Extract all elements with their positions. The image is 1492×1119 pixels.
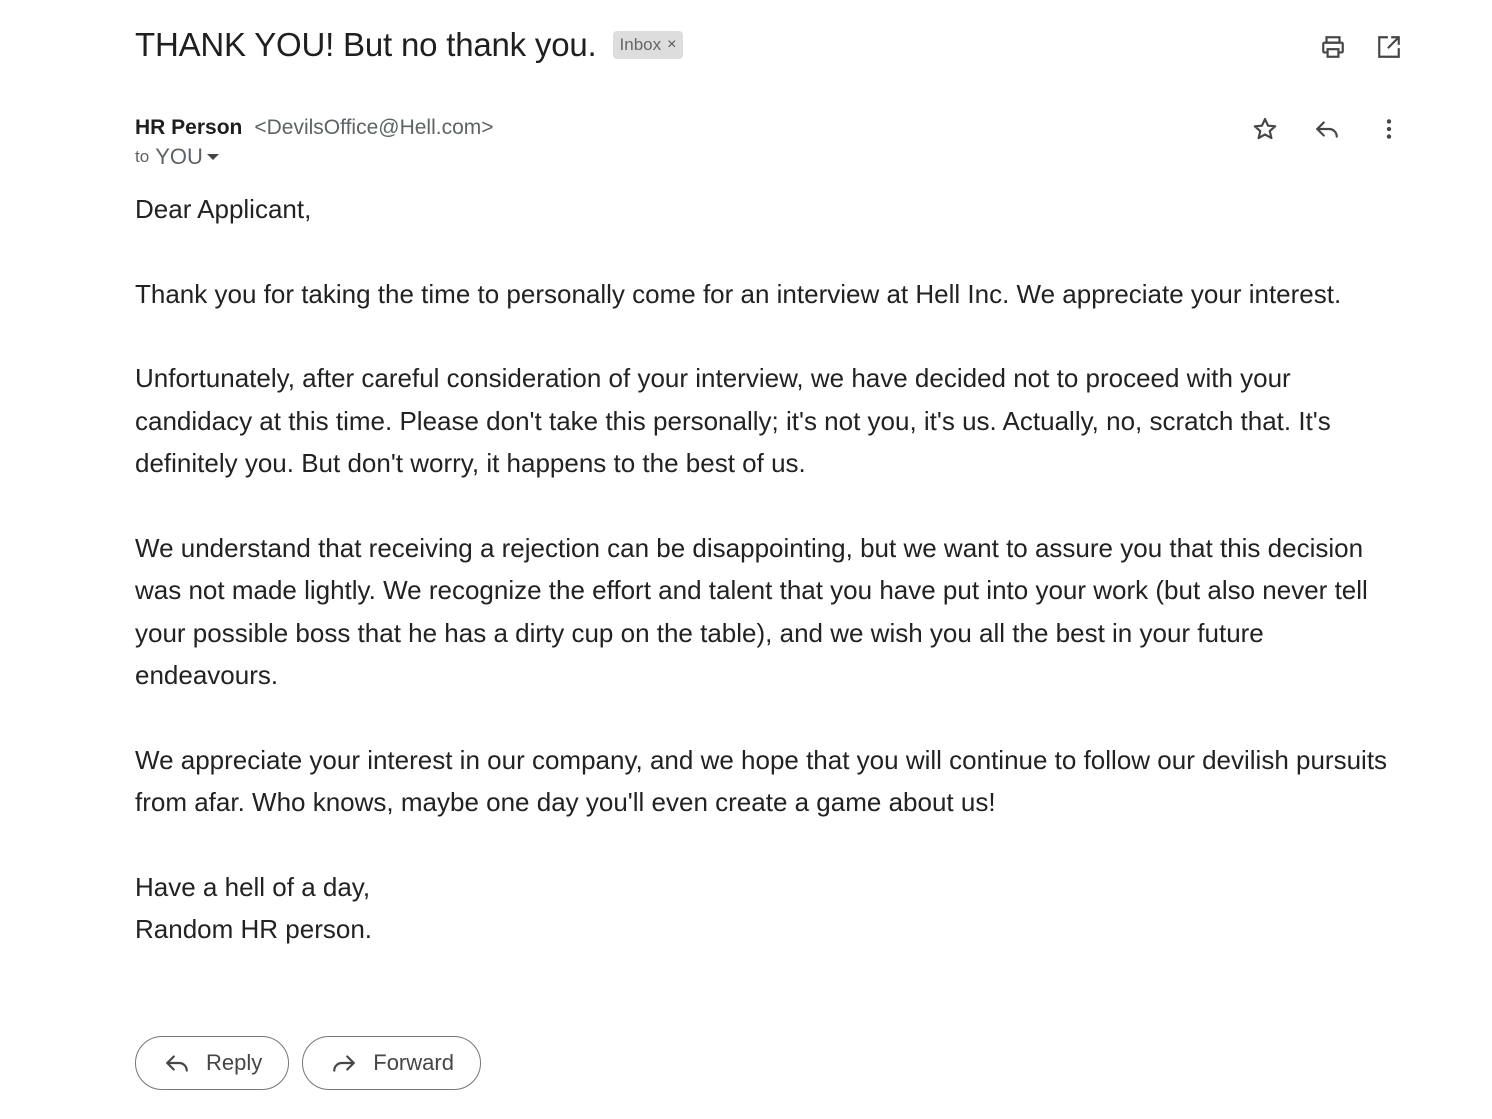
open-in-new-icon: [1378, 36, 1400, 58]
star-button[interactable]: [1252, 116, 1278, 142]
inbox-label-chip[interactable]: Inbox ×: [612, 31, 684, 59]
greeting: Dear Applicant,: [135, 194, 312, 224]
reply-label: Reply: [206, 1050, 263, 1075]
message-actions: [1252, 116, 1402, 142]
more-vert-icon: [1386, 119, 1392, 139]
email-subject: THANK YOU! But no thank you.: [135, 26, 597, 63]
reply-forward-actions: Reply Forward: [135, 1036, 481, 1090]
sender-block: HR Person <DevilsOffice@Hell.com> to YOU: [135, 116, 494, 170]
to-label: to: [135, 147, 150, 166]
email-body: Dear Applicant, Thank you for taking the…: [135, 188, 1410, 951]
print-button[interactable]: [1320, 34, 1346, 60]
forward-icon: [333, 1055, 356, 1072]
open-in-new-window-button[interactable]: [1376, 34, 1402, 60]
sender-name[interactable]: HR Person: [135, 116, 242, 140]
subject-row: THANK YOU! But no thank you. Inbox ×: [135, 26, 684, 64]
sender-email: <DevilsOffice@Hell.com>: [254, 116, 494, 139]
sign-off: Have a hell of a day,: [135, 871, 371, 902]
body-paragraph: We appreciate your interest in our compa…: [135, 744, 1388, 818]
forward-label: Forward: [373, 1050, 454, 1075]
recipients-line: to YOU: [135, 144, 494, 170]
forward-button[interactable]: Forward: [302, 1036, 481, 1090]
body-paragraph: We understand that receiving a rejection…: [135, 532, 1368, 691]
reply-button[interactable]: Reply: [135, 1036, 290, 1090]
star-icon: [1253, 117, 1277, 140]
recipient-name: YOU: [155, 144, 203, 169]
chevron-down-icon[interactable]: [206, 154, 219, 160]
body-paragraph: Thank you for taking the time to persona…: [135, 278, 1342, 309]
thread-toolbar: [1320, 34, 1402, 60]
reply-icon-button[interactable]: [1314, 116, 1340, 142]
body-paragraph: Unfortunately, after careful considerati…: [135, 363, 1331, 478]
printer-icon: [1322, 36, 1344, 58]
reply-icon: [1316, 121, 1338, 138]
remove-label-button[interactable]: ×: [667, 36, 676, 54]
reply-icon: [166, 1055, 188, 1072]
signature: Random HR person.: [135, 914, 372, 944]
label-text: Inbox: [619, 35, 662, 54]
more-options-button[interactable]: [1376, 116, 1402, 142]
